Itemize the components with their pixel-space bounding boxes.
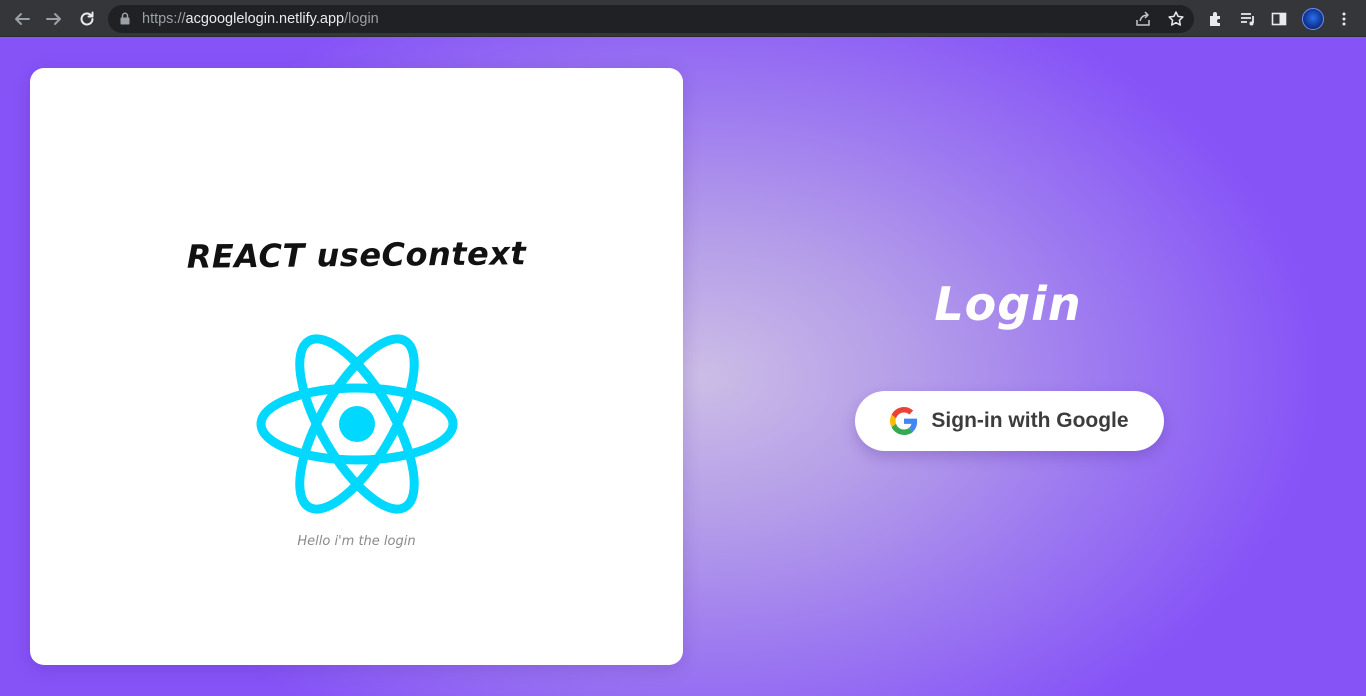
- share-icon[interactable]: [1130, 6, 1156, 32]
- extensions-icon[interactable]: [1203, 6, 1229, 32]
- back-arrow-icon[interactable]: [9, 6, 35, 32]
- side-panel-icon[interactable]: [1266, 6, 1292, 32]
- reload-icon[interactable]: [74, 6, 100, 32]
- card-title: REACT useContext: [186, 234, 527, 276]
- media-control-icon[interactable]: [1235, 6, 1261, 32]
- card-subtitle: Hello i'm the login: [297, 534, 416, 549]
- url-text: https://acgooglelogin.netlify.app/login: [142, 11, 379, 27]
- google-sign-in-button[interactable]: Sign-in with Google: [855, 391, 1164, 451]
- forward-arrow-icon[interactable]: [41, 6, 67, 32]
- lock-icon[interactable]: [120, 12, 130, 30]
- google-sign-in-label: Sign-in with Google: [931, 409, 1129, 432]
- react-logo-icon: [256, 333, 458, 520]
- url-path: /login: [344, 11, 379, 27]
- url-host: acgooglelogin.netlify.app: [185, 11, 345, 27]
- browser-toolbar: https://acgooglelogin.netlify.app/login: [0, 0, 1366, 37]
- intro-card: REACT useContext Hello i'm the login: [30, 68, 683, 665]
- kebab-menu-icon[interactable]: [1331, 6, 1357, 32]
- profile-avatar[interactable]: [1302, 8, 1324, 30]
- google-icon: [890, 407, 918, 435]
- url-scheme: https://: [142, 11, 186, 27]
- address-bar[interactable]: https://acgooglelogin.netlify.app/login: [108, 5, 1194, 33]
- star-icon[interactable]: [1163, 6, 1189, 32]
- page-background: REACT useContext Hello i'm the login Log…: [0, 37, 1366, 696]
- login-title: Login: [934, 277, 1082, 331]
